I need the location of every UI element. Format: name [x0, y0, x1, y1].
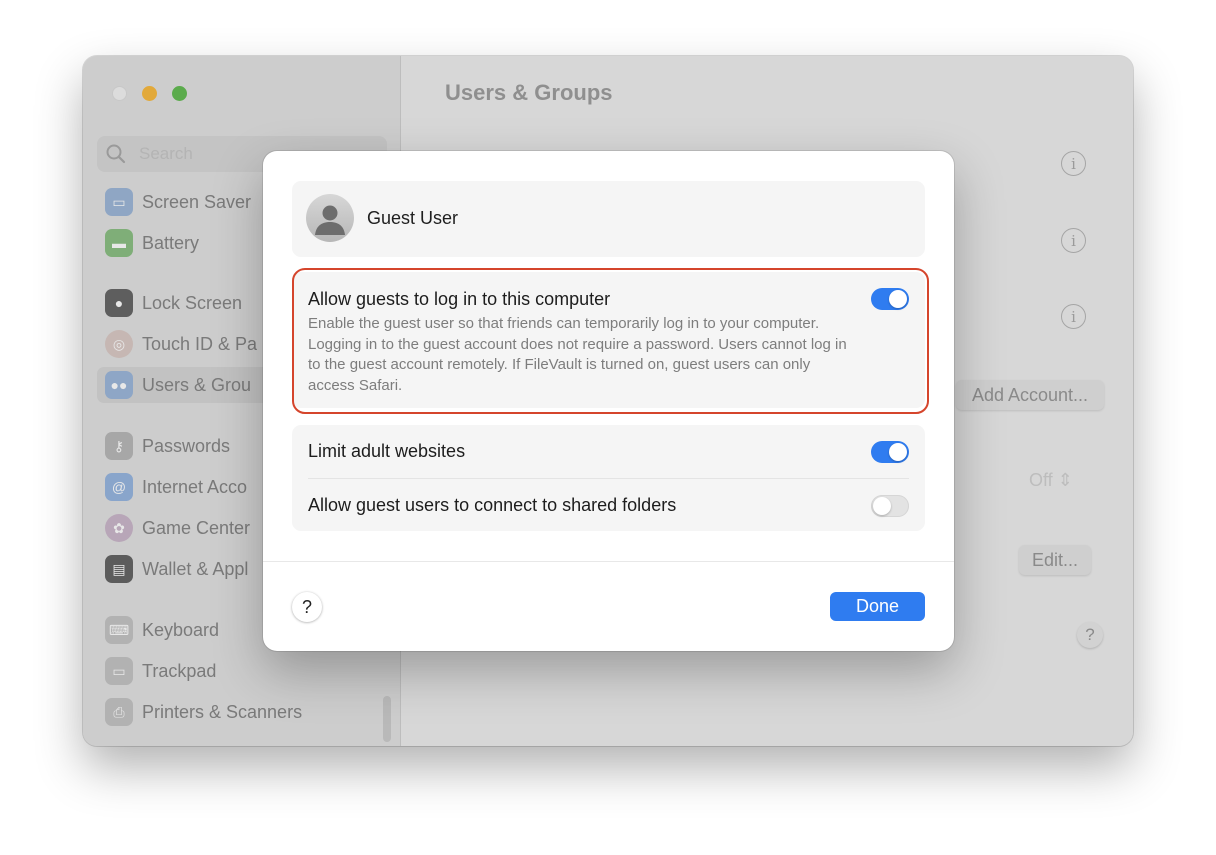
info-icon[interactable]: i — [1061, 151, 1086, 176]
allow-guests-row: Allow guests to log in to this computer … — [292, 272, 925, 408]
sidebar-item-label: Game Center — [142, 517, 251, 538]
user-name: Guest User — [367, 208, 459, 228]
trackpad-icon: ▭ — [105, 657, 133, 685]
sidebar-item-label: Wallet & Appl — [142, 558, 249, 579]
users-icon: ●● — [105, 371, 133, 399]
auto-login-value: Off — [1029, 470, 1053, 490]
sidebar-item-label: Keyboard — [142, 619, 220, 640]
printer-icon: ⎙ — [105, 698, 133, 726]
person-icon — [315, 205, 345, 235]
info-icon[interactable]: i — [1061, 304, 1086, 329]
toggle-knob — [873, 497, 891, 515]
close-window-button[interactable] — [112, 86, 127, 101]
fingerprint-icon: ◎ — [105, 330, 133, 358]
page-title: Users & Groups — [445, 80, 613, 105]
limit-adult-toggle[interactable] — [871, 441, 909, 463]
auto-login-select[interactable]: Off ⇕ — [1029, 470, 1073, 491]
allow-guests-title: Allow guests to log in to this computer — [308, 289, 611, 309]
chevron-updown-icon: ⇕ — [1057, 470, 1073, 490]
sidebar-item-label: Users & Grou — [142, 374, 252, 395]
avatar — [306, 194, 354, 242]
sidebar-item-label: Screen Saver — [142, 191, 252, 212]
help-button[interactable]: ? — [292, 592, 322, 622]
edit-button[interactable]: Edit... — [1019, 545, 1091, 575]
zoom-window-button[interactable] — [172, 86, 187, 101]
shared-folders-toggle[interactable] — [871, 495, 909, 517]
done-button[interactable]: Done — [830, 592, 925, 621]
divider — [308, 478, 909, 479]
toggle-knob — [889, 290, 907, 308]
guest-user-sheet: Guest User Allow guests to log in to thi… — [263, 151, 954, 651]
sidebar-item-label: Touch ID & Pa — [142, 333, 258, 354]
screen-saver-icon: ▭ — [105, 188, 133, 216]
sidebar-item-label: Lock Screen — [142, 292, 243, 313]
limit-adult-title: Limit adult websites — [308, 441, 466, 461]
battery-icon: ▬ — [105, 229, 133, 257]
guest-preferences: Limit adult websites Allow guest users t… — [292, 425, 925, 531]
footer-divider — [263, 561, 954, 562]
lock-icon: ● — [105, 289, 133, 317]
help-button[interactable]: ? — [1077, 622, 1103, 648]
search-icon — [106, 144, 126, 164]
sidebar-item-label: Internet Acco — [142, 476, 248, 497]
info-icon[interactable]: i — [1061, 228, 1086, 253]
user-card: Guest User — [292, 181, 925, 257]
toggle-knob — [889, 443, 907, 461]
allow-guests-description: Enable the guest user so that friends ca… — [308, 315, 847, 394]
shared-folders-title: Allow guest users to connect to shared f… — [308, 495, 677, 515]
add-account-button[interactable]: Add Account... — [956, 380, 1104, 410]
sidebar-scrollbar[interactable] — [383, 696, 391, 742]
game-center-icon: ✿ — [105, 514, 133, 542]
sidebar-item-label: Passwords — [142, 435, 231, 456]
sidebar-item-printers[interactable]: ⎙ Printers & Scanners — [97, 694, 387, 730]
search-placeholder: Search — [139, 144, 193, 163]
keyboard-icon: ⌨ — [105, 616, 133, 644]
wallet-icon: ▤ — [105, 555, 133, 583]
key-icon: ⚷ — [105, 432, 133, 460]
sidebar-item-label: Battery — [142, 232, 200, 253]
sidebar-item-label: Trackpad — [142, 660, 217, 681]
minimize-window-button[interactable] — [142, 86, 157, 101]
at-icon: @ — [105, 473, 133, 501]
sidebar-item-trackpad[interactable]: ▭ Trackpad — [97, 653, 387, 689]
allow-guests-toggle[interactable] — [871, 288, 909, 310]
sidebar-item-label: Printers & Scanners — [142, 701, 303, 722]
